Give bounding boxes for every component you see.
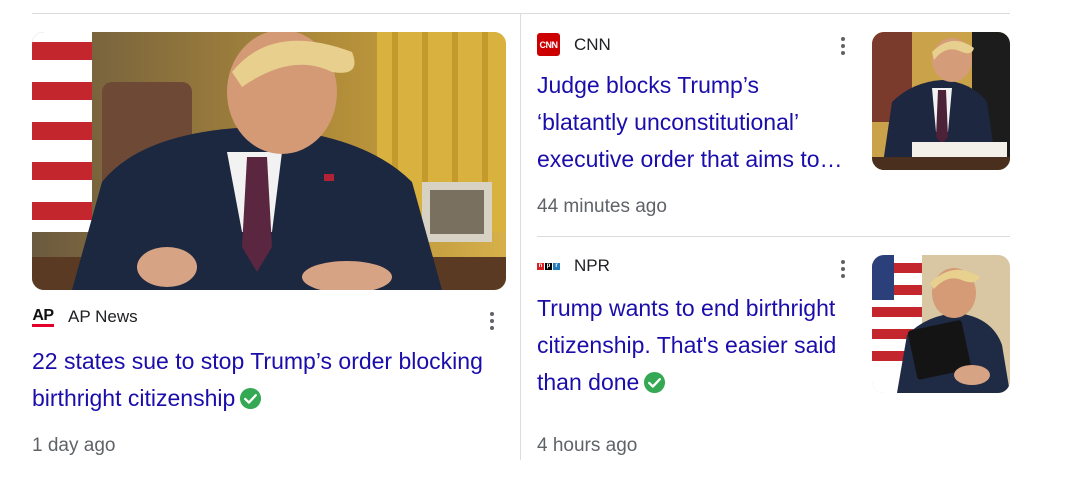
story-3-time: 4 hours ago <box>537 435 638 456</box>
headline-line: ‘blatantly unconstitutional’ <box>537 109 800 135</box>
verified-check-icon <box>240 387 262 410</box>
headline-line: than done <box>537 369 640 395</box>
story-2-thumbnail[interactable] <box>872 32 1010 170</box>
headline-line: Trump wants to end birthright <box>537 295 836 321</box>
cnn-logo: CNN <box>537 33 560 56</box>
story-3-headline[interactable]: Trump wants to end birthright citizenshi… <box>537 290 867 401</box>
story-3-source[interactable]: n p r NPR <box>537 256 610 276</box>
top-divider <box>32 13 1010 14</box>
source-name: AP News <box>68 307 138 326</box>
story-1-time: 1 day ago <box>32 435 116 456</box>
npr-logo-letter: r <box>553 262 560 270</box>
story-2-time: 44 minutes ago <box>537 196 667 217</box>
row-divider <box>537 236 1010 237</box>
verified-check-icon <box>644 371 666 394</box>
story-1-source[interactable]: AP AP News <box>32 307 138 327</box>
story-2-source[interactable]: CNN CNN <box>537 33 611 56</box>
story-3-thumbnail[interactable] <box>872 255 1010 393</box>
story-2-headline[interactable]: Judge blocks Trump’s ‘blatantly unconsti… <box>537 67 857 178</box>
npr-logo: n p r <box>537 262 560 270</box>
column-divider <box>520 14 521 460</box>
headline-line: executive order that aims to… <box>537 146 843 172</box>
more-vert-icon[interactable] <box>831 34 855 58</box>
source-name: NPR <box>574 256 610 275</box>
headline-line: birthright citizenship <box>32 385 236 411</box>
headline-line-with-badge: than done <box>537 364 867 401</box>
more-vert-icon[interactable] <box>831 257 855 281</box>
headline-line: Judge blocks Trump’s <box>537 72 760 98</box>
npr-logo-letter: p <box>545 262 552 270</box>
more-vert-icon[interactable] <box>480 309 504 333</box>
npr-logo-letter: n <box>537 262 544 270</box>
headline-line: citizenship. That's easier said <box>537 332 837 358</box>
ap-news-logo: AP <box>32 307 54 327</box>
source-name: CNN <box>574 34 611 54</box>
headline-line-with-badge: birthright citizenship <box>32 380 512 417</box>
headline-line: 22 states sue to stop Trump’s order bloc… <box>32 348 483 374</box>
story-1-image[interactable] <box>32 32 506 290</box>
story-1-headline[interactable]: 22 states sue to stop Trump’s order bloc… <box>32 343 512 417</box>
